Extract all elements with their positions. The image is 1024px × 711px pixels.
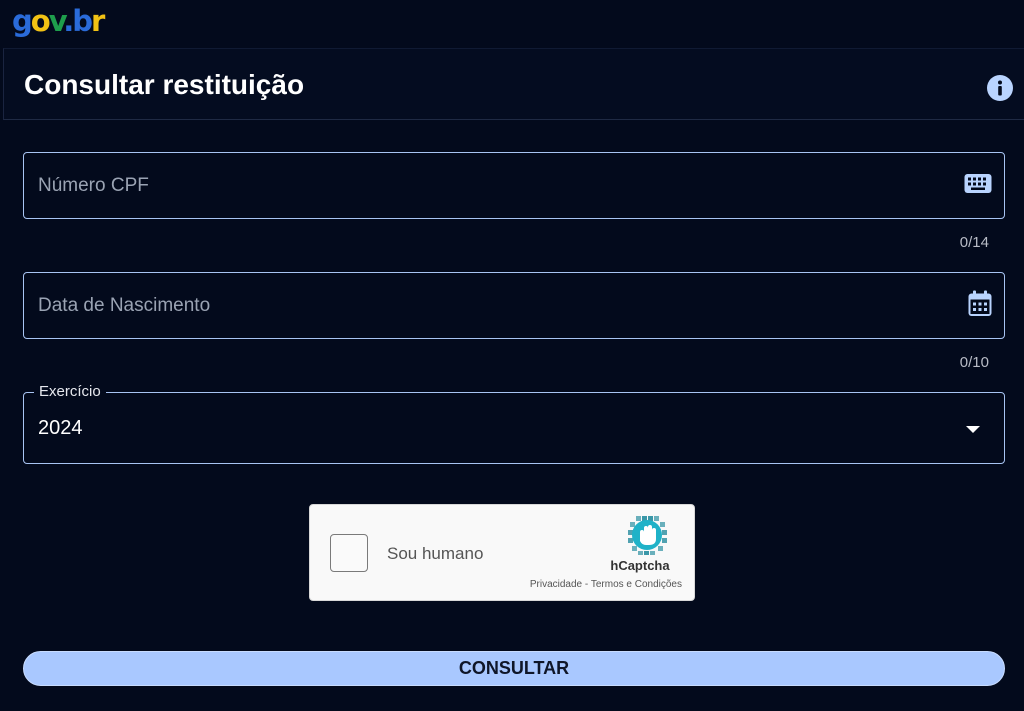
privacy-link[interactable]: Privacidade	[530, 579, 582, 590]
links-separator: -	[582, 579, 591, 590]
caret-down-icon	[966, 426, 980, 433]
page: gov.br Consultar restituição Número CPF …	[0, 0, 1024, 711]
hcaptcha-brand: hCaptcha	[610, 558, 670, 573]
birth-date-field	[23, 272, 1005, 339]
page-header: Consultar restituição	[3, 48, 1024, 120]
captcha-label: Sou humano	[387, 544, 484, 563]
calendar-icon[interactable]	[968, 290, 992, 321]
keyboard-icon[interactable]	[964, 173, 992, 198]
exercise-select[interactable]: Exercício 2024	[23, 383, 1005, 464]
info-icon	[998, 80, 1002, 96]
captcha-links: Privacidade - Termos e Condições	[530, 579, 682, 590]
govbr-logo[interactable]: gov.br	[12, 3, 105, 39]
exercise-value: 2024	[38, 417, 83, 439]
info-button[interactable]	[987, 75, 1013, 101]
terms-link[interactable]: Termos e Condições	[591, 579, 682, 590]
cpf-counter: 0/14	[959, 234, 989, 251]
cpf-input[interactable]	[38, 153, 938, 218]
captcha-checkbox[interactable]	[330, 534, 368, 572]
birth-date-input[interactable]	[38, 273, 938, 338]
page-title: Consultar restituição	[24, 69, 305, 100]
hcaptcha-widget: Sou humano hCaptcha Privacidade - Termos…	[309, 504, 695, 601]
birth-date-counter: 0/10	[959, 354, 989, 371]
consultar-button[interactable]: CONSULTAR	[23, 651, 1005, 686]
cpf-field	[23, 152, 1005, 219]
hcaptcha-logo-icon	[626, 514, 668, 561]
exercise-label: Exercício	[34, 383, 106, 400]
